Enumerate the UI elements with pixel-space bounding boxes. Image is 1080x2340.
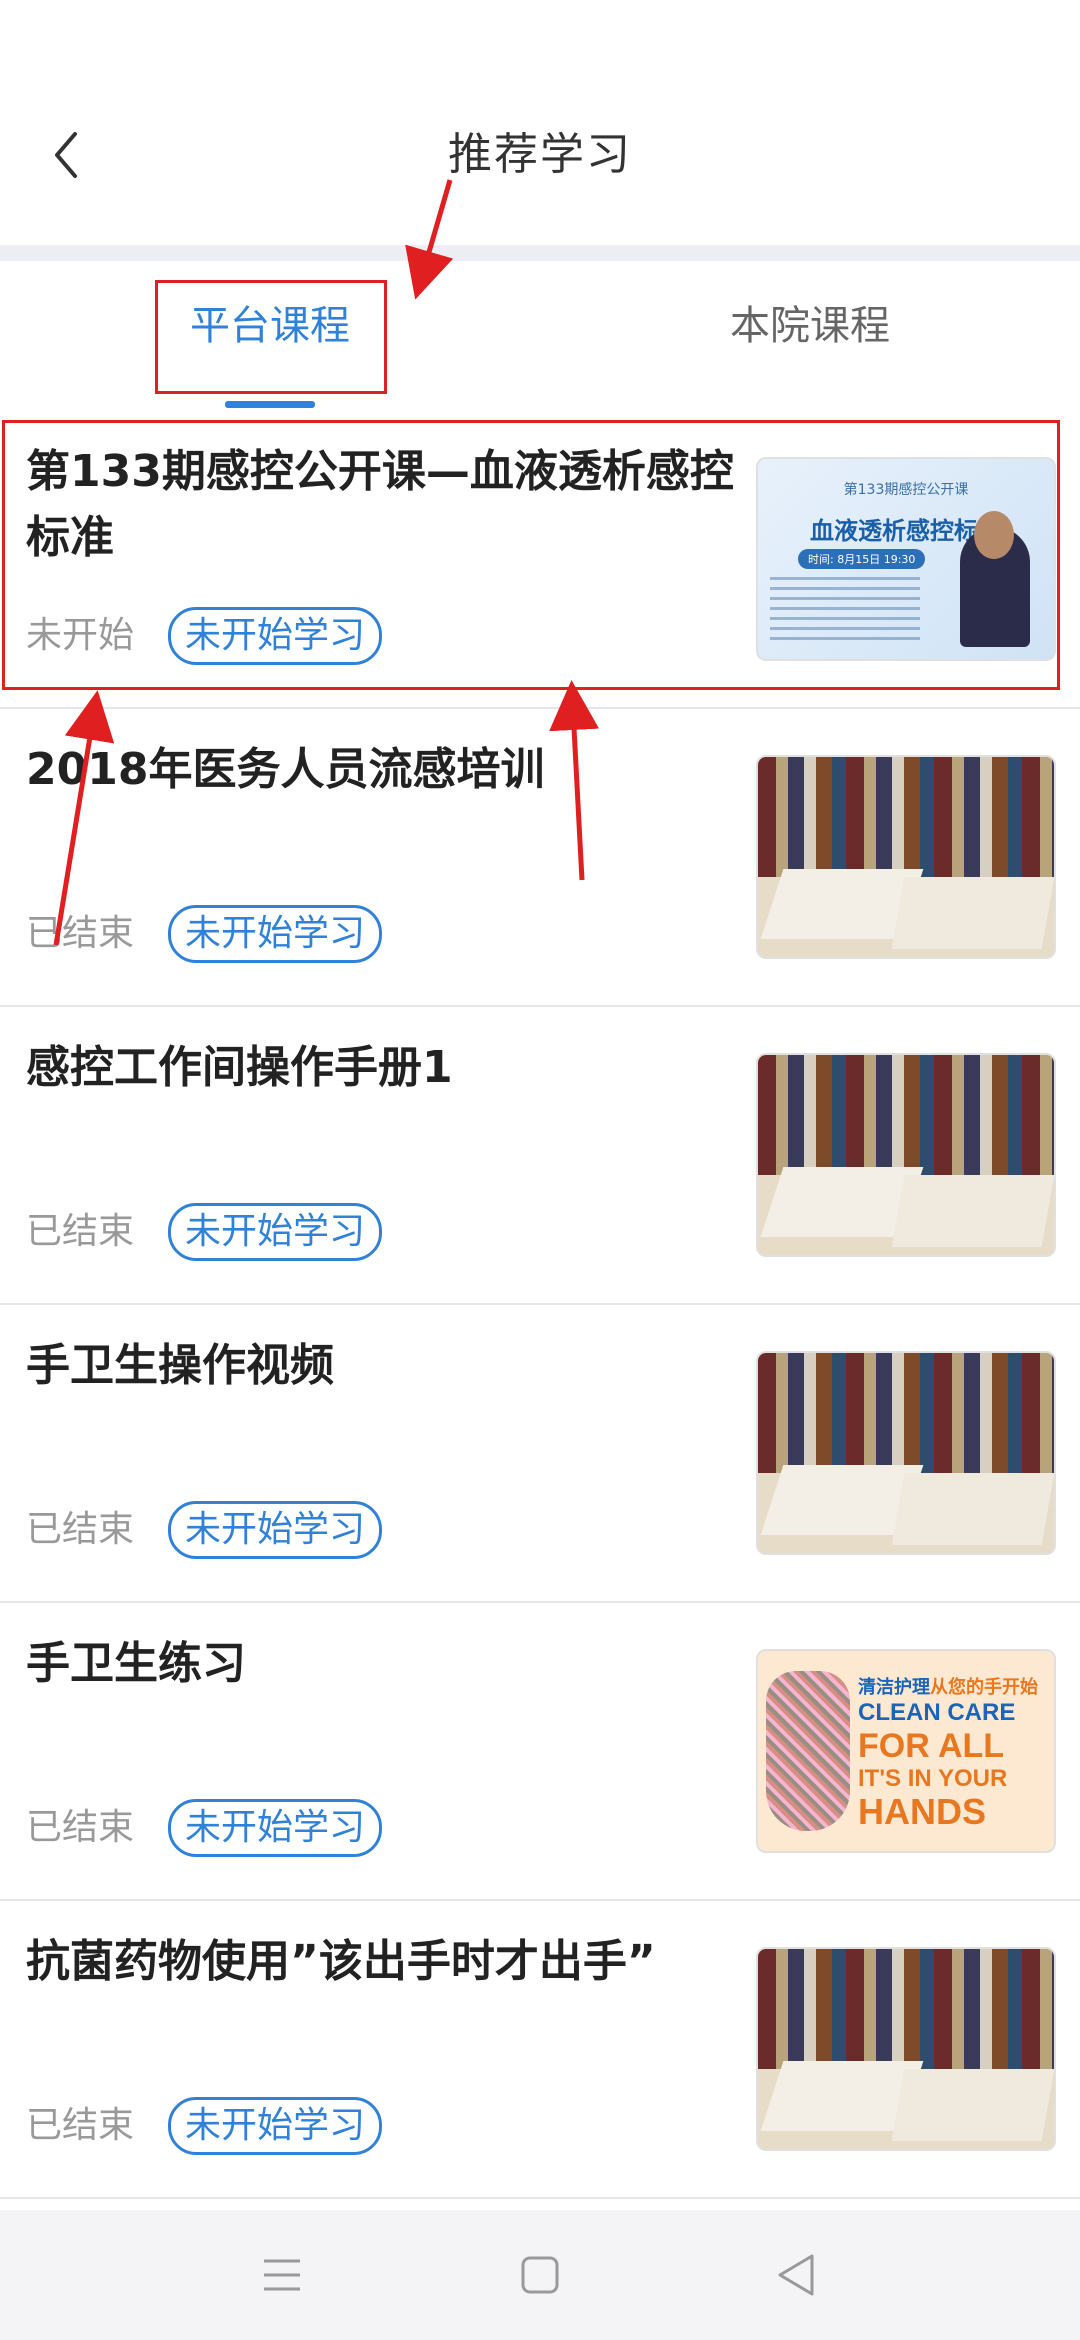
home-square-icon [521, 2256, 559, 2294]
book-page [891, 1473, 1054, 1545]
course-thumbnail [756, 1053, 1056, 1257]
course-thumbnail [756, 1947, 1056, 2151]
poster-zh-a: 清洁护理 [858, 1677, 930, 1698]
course-title: 2018年医务人员流感培训 [26, 744, 545, 795]
course-thumbnail [756, 755, 1056, 959]
study-status-badge: 未开始学习 [168, 1501, 383, 1559]
poster-zh-text: 清洁护理从您的手开始 [858, 1673, 1038, 1699]
course-status: 已结束 [26, 2105, 135, 2146]
course-title: 感控工作间操作手册1 [26, 1042, 453, 1093]
page-title: 推荐学习 [448, 129, 632, 180]
study-status-badge: 未开始学习 [168, 2097, 383, 2155]
poster-zh-b: 从您的手开始 [930, 1677, 1038, 1698]
system-back-button[interactable] [766, 2245, 826, 2305]
header: 推荐学习 [0, 80, 1080, 245]
poster-time: 时间: 8月15日 19:30 [798, 549, 926, 569]
back-triangle-icon [778, 2254, 814, 2296]
course-thumbnail: 清洁护理从您的手开始 CLEAN CARE FOR ALL IT'S IN YO… [756, 1649, 1056, 1853]
study-status-badge: 未开始学习 [168, 607, 383, 665]
home-button[interactable] [510, 2245, 570, 2305]
book-page [891, 877, 1054, 949]
course-status: 已结束 [26, 913, 135, 954]
course-list: 第133期感控公开课—血液透析感控标准 未开始 未开始学习 第133期感控公开课… [0, 411, 1080, 2199]
course-thumbnail: 第133期感控公开课 血液透析感控标准 时间: 8月15日 19:30 [756, 457, 1056, 661]
poster-line-2: FOR ALL [858, 1727, 1005, 1765]
poster-line-3: IT'S IN YOUR [858, 1765, 1008, 1792]
course-title: 手卫生操作视频 [26, 1340, 334, 1391]
menu-button[interactable] [252, 2245, 312, 2305]
status-bar [0, 0, 1080, 80]
poster-line-4: HANDS [858, 1791, 987, 1832]
presenter-head [974, 511, 1014, 559]
book-page [891, 1175, 1054, 1247]
course-item[interactable]: 2018年医务人员流感培训 已结束 未开始学习 [0, 709, 1080, 1007]
poster-body-text [770, 577, 920, 647]
course-status: 未开始 [26, 615, 135, 656]
poster-banner: 第133期感控公开课 [843, 482, 969, 498]
tab-bar: 平台课程 本院课程 [0, 261, 1080, 672]
hand-graphic [766, 1671, 850, 1831]
course-item[interactable]: 手卫生操作视频 已结束 未开始学习 [0, 1305, 1080, 1603]
tab-hospital-courses[interactable]: 本院课程 [630, 261, 990, 411]
header-divider [0, 245, 1080, 261]
course-title: 第133期感控公开课—血液透析感控标准 [26, 446, 734, 563]
menu-icon [264, 2259, 300, 2291]
course-status: 已结束 [26, 1509, 135, 1550]
course-item[interactable]: 手卫生练习 已结束 未开始学习 清洁护理从您的手开始 CLEAN CARE FO… [0, 1603, 1080, 1901]
poster-line-1: CLEAN CARE [858, 1699, 1016, 1726]
course-item[interactable]: 第133期感控公开课—血液透析感控标准 未开始 未开始学习 第133期感控公开课… [0, 411, 1080, 709]
tab-platform-courses[interactable]: 平台课程 [90, 261, 450, 411]
course-title: 抗菌药物使用”该出手时才出手” [26, 1936, 656, 1987]
book-page [891, 2069, 1054, 2141]
course-status: 已结束 [26, 1211, 135, 1252]
study-status-badge: 未开始学习 [168, 1799, 383, 1857]
study-status-badge: 未开始学习 [168, 905, 383, 963]
system-nav-bar [0, 2210, 1080, 2340]
study-status-badge: 未开始学习 [168, 1203, 383, 1261]
course-item[interactable]: 感控工作间操作手册1 已结束 未开始学习 [0, 1007, 1080, 1305]
course-thumbnail [756, 1351, 1056, 1555]
course-status: 已结束 [26, 1807, 135, 1848]
course-item[interactable]: 抗菌药物使用”该出手时才出手” 已结束 未开始学习 [0, 1901, 1080, 2199]
active-tab-indicator [225, 401, 315, 408]
course-title: 手卫生练习 [26, 1638, 246, 1689]
